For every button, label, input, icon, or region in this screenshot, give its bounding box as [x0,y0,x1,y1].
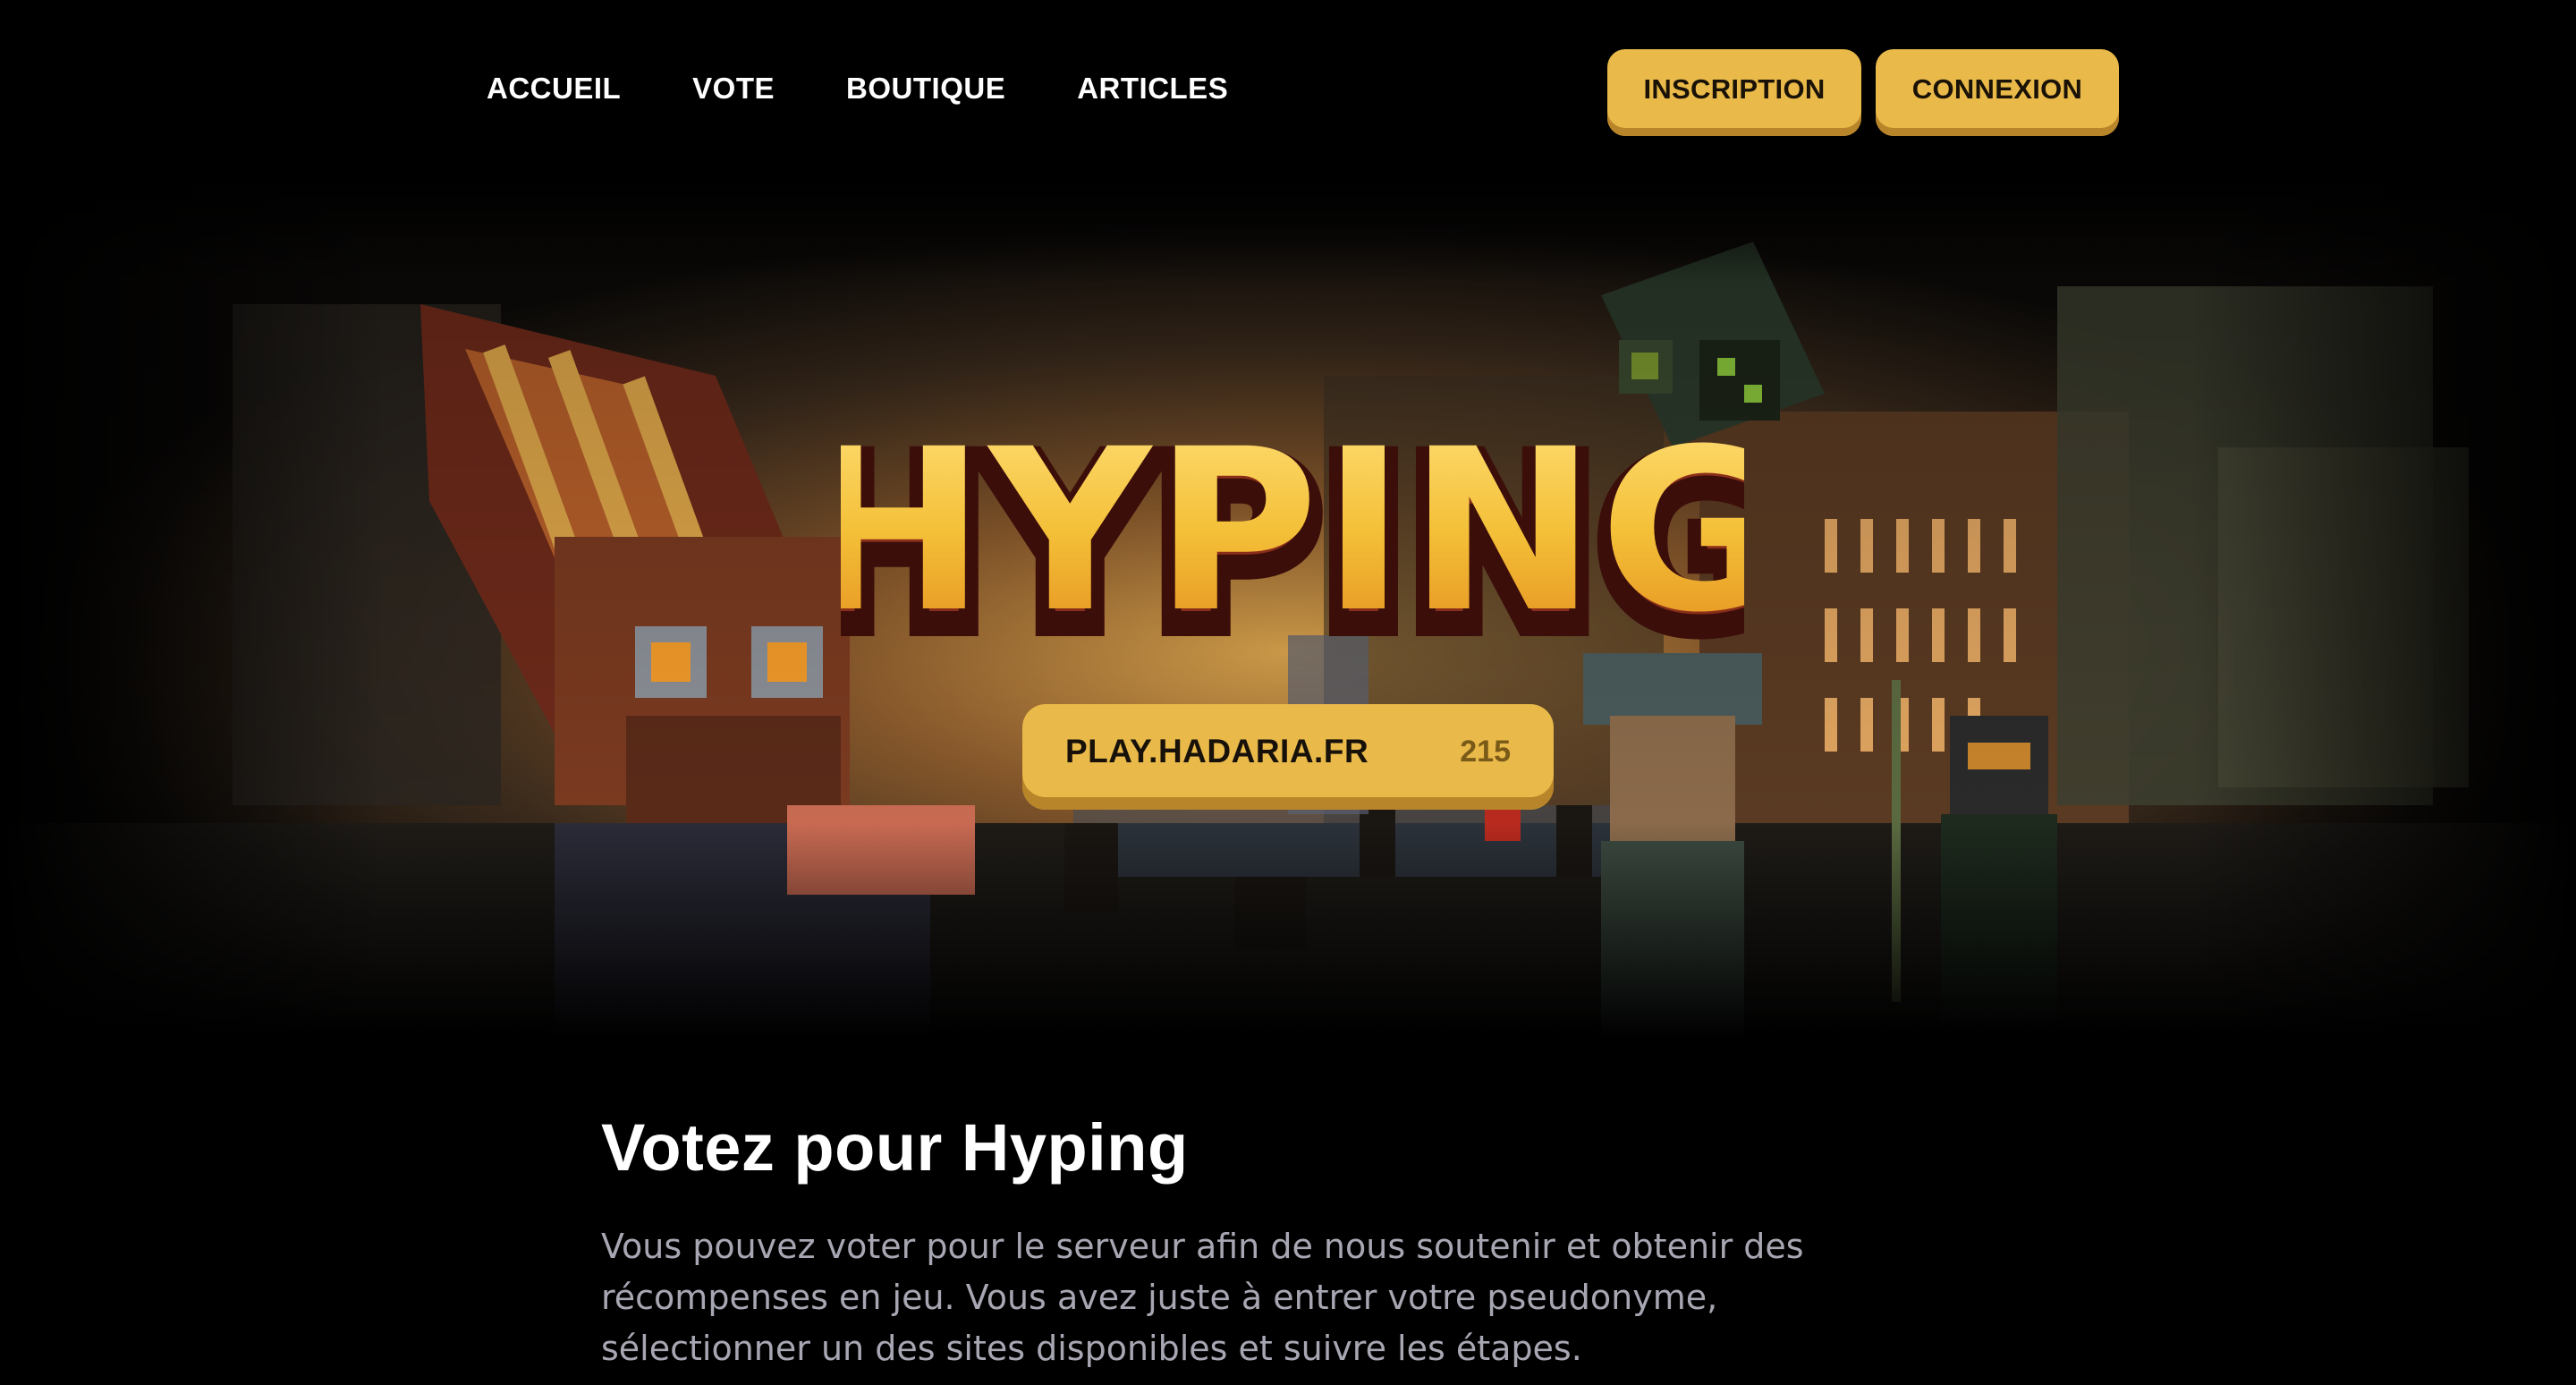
connexion-button[interactable]: CONNEXION [1876,49,2119,136]
inscription-button[interactable]: INSCRIPTION [1607,49,1861,136]
top-navigation: ACCUEIL VOTE BOUTIQUE ARTICLES INSCRIPTI… [0,0,2576,179]
server-ip-button[interactable]: PLAY.HADARIA.FR 215 [1022,704,1554,810]
nav-link-articles[interactable]: ARTICLES [1077,72,1228,106]
hyping-logo: HYPING HYPING HYPING [841,410,1744,660]
server-ip: PLAY.HADARIA.FR [1065,733,1369,769]
logo-text: HYPING [841,410,1744,660]
vote-section: Votez pour Hyping Vous pouvez voter pour… [601,1109,1943,1374]
hero-banner: HYPING HYPING HYPING PLAY.HADARIA.FR 215 [0,179,2576,1038]
vote-title: Votez pour Hyping [601,1110,1189,1185]
nav-links: ACCUEIL VOTE BOUTIQUE ARTICLES [487,72,1300,106]
vote-description: Vous pouvez voter pour le serveur afin d… [601,1227,1804,1368]
nav-link-vote[interactable]: VOTE [692,72,775,106]
nav-link-accueil[interactable]: ACCUEIL [487,72,621,106]
nav-link-boutique[interactable]: BOUTIQUE [846,72,1005,106]
auth-actions: INSCRIPTION CONNEXION [1607,49,2119,136]
player-count: 215 [1460,734,1511,769]
